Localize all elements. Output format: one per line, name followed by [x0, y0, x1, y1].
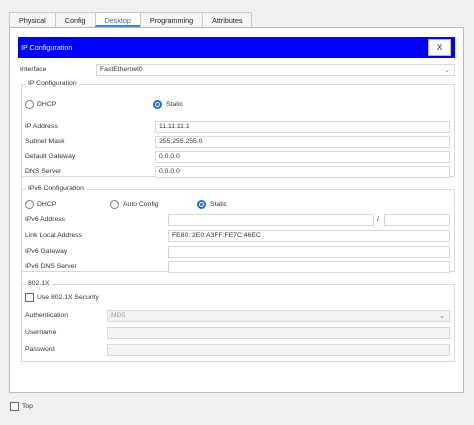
- tab-config[interactable]: Config: [54, 12, 96, 27]
- subnet-mask-label: Subnet Mask: [25, 138, 65, 145]
- use-8021x-label: Use 802.1X Security: [37, 294, 99, 301]
- authentication-label: Authentication: [25, 312, 69, 319]
- tab-desktop[interactable]: Desktop: [94, 12, 141, 27]
- ip-config-titlebar: IP Configuration X: [18, 37, 455, 58]
- ipv4-static-radio[interactable]: [153, 100, 162, 109]
- dns-server-input[interactable]: 0.0.0.0: [155, 166, 450, 178]
- ipv6-auto-config-label: Auto Config: [123, 201, 159, 208]
- password-input[interactable]: [107, 344, 450, 356]
- dot1x-group-title: 802.1X: [26, 280, 52, 287]
- default-gateway-input[interactable]: 0.0.0.0: [155, 151, 450, 163]
- ipv6-dns-server-input[interactable]: [168, 261, 450, 273]
- ipv6-gateway-input[interactable]: [168, 246, 450, 258]
- ipv4-dhcp-label: DHCP: [37, 101, 57, 108]
- ipv6-auto-config-radio[interactable]: [110, 200, 119, 209]
- ipv4-dhcp-radio[interactable]: [25, 100, 34, 109]
- ipv6-address-input[interactable]: [168, 214, 374, 226]
- use-8021x-checkbox[interactable]: [25, 293, 34, 302]
- ipv6-dhcp-radio[interactable]: [25, 200, 34, 209]
- top-checkbox[interactable]: [10, 402, 19, 411]
- ipv4-group: IP Configuration DHCP Static IP Address …: [21, 80, 455, 178]
- ip-address-input[interactable]: 11.11.11.1: [155, 121, 450, 133]
- tab-physical[interactable]: Physical: [9, 12, 56, 27]
- desktop-panel: IP Configuration X Interface FastEtherne…: [9, 27, 464, 393]
- ipv6-dhcp-label: DHCP: [37, 201, 57, 208]
- username-label: Username: [25, 329, 57, 336]
- ipv6-static-radio[interactable]: [197, 200, 206, 209]
- default-gateway-label: Default Gateway: [25, 153, 76, 160]
- interface-label: Interface: [20, 66, 47, 73]
- username-input[interactable]: [107, 327, 450, 339]
- tab-programming[interactable]: Programming: [139, 12, 204, 27]
- ipv6-group: IPv6 Configuration DHCP Auto Config Stat…: [21, 185, 455, 273]
- ipv6-gateway-label: IPv6 Gateway: [25, 248, 68, 255]
- window-title: IP Configuration: [21, 43, 73, 52]
- chevron-down-icon: ⌄: [444, 67, 450, 74]
- authentication-select[interactable]: MD5 ⌄: [107, 310, 450, 322]
- ipv6-group-title: IPv6 Configuration: [26, 185, 86, 192]
- ipv4-static-label: Static: [166, 101, 183, 108]
- subnet-mask-input[interactable]: 255.255.255.0: [155, 136, 450, 148]
- tab-bar: Physical Config Desktop Programming Attr…: [9, 12, 253, 27]
- password-label: Password: [25, 346, 55, 353]
- link-local-address-label: Link Local Address: [25, 232, 83, 239]
- dot1x-group: 802.1X Use 802.1X Security Authenticatio…: [21, 280, 455, 362]
- ipv6-address-label: IPv6 Address: [25, 216, 66, 223]
- top-label: Top: [22, 403, 33, 410]
- ipv6-prefix-input[interactable]: [384, 214, 450, 226]
- interface-value: FastEthernet0: [100, 66, 143, 73]
- ipv6-static-label: Static: [210, 201, 227, 208]
- authentication-value: MD5: [111, 312, 126, 319]
- close-button[interactable]: X: [428, 39, 451, 56]
- prefix-separator: /: [377, 216, 379, 223]
- tab-attributes[interactable]: Attributes: [202, 12, 253, 27]
- ip-address-label: IP Address: [25, 123, 58, 130]
- ipv6-dns-server-label: IPv6 DNS Server: [25, 263, 77, 270]
- link-local-address-input[interactable]: FE80::2E0:A3FF:FE7C:46EC: [168, 230, 450, 242]
- dns-server-label: DNS Server: [25, 168, 62, 175]
- ipv4-group-title: IP Configuration: [26, 80, 79, 87]
- chevron-down-icon: ⌄: [439, 313, 445, 320]
- interface-select[interactable]: FastEthernet0 ⌄: [96, 64, 455, 76]
